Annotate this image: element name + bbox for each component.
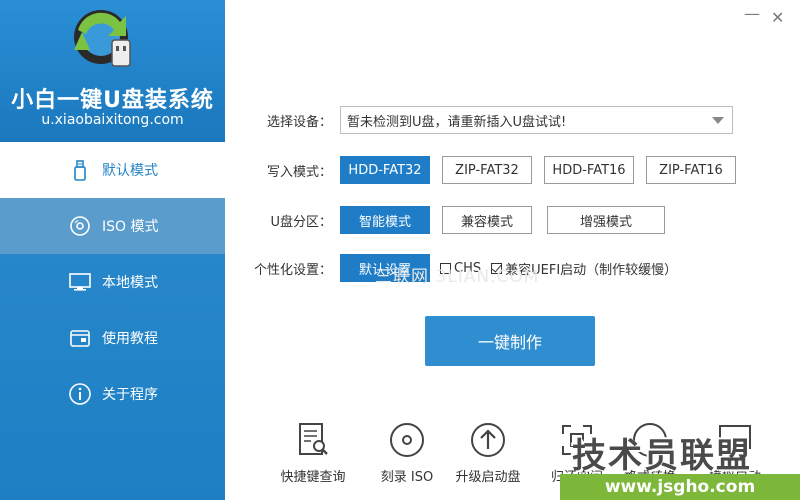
tool-label: 模拟启动 [708,470,761,485]
simulate-boot-icon [719,425,751,449]
close-button[interactable]: ✕ [771,8,784,27]
usb-drive-icon [74,160,86,181]
tool-label: 格式转换 [623,470,676,485]
write-mode-label: 写入模式： [266,164,332,180]
convert-icon [633,423,667,457]
restore-space-icon [562,425,592,455]
device-label: 选择设备： [266,114,332,130]
personal-label: 个性化设置： [253,262,332,278]
tool-shortcut-query[interactable]: 快捷键查询 [268,420,358,485]
chs-label: CHS [454,260,482,276]
sidebar-item-label: ISO 模式 [102,219,159,235]
sidebar-item-about[interactable]: 关于程序 [0,366,225,422]
brand-header: 小白一键U盘装系统 u.xiaobaixitong.com [0,0,225,142]
sidebar-item-default-mode[interactable]: 默认模式 [0,142,225,198]
partition-enhanced[interactable]: 增强模式 [547,206,665,234]
device-select[interactable]: 暂未检测到U盘，请重新插入U盘试试! [340,106,733,134]
tool-label: 刻录 ISO [380,470,434,485]
default-settings-button[interactable]: 默认设置 [340,254,430,282]
write-mode-hdd-fat16[interactable]: HDD-FAT16 [544,156,634,184]
upgrade-arrow-icon [471,423,505,457]
device-select-value: 暂未检测到U盘，请重新插入U盘试试! [347,114,567,130]
write-mode-hdd-fat32[interactable]: HDD-FAT32 [340,156,430,184]
minimize-button[interactable]: — [744,4,760,23]
info-icon [69,383,91,405]
tool-burn-iso[interactable]: 刻录 ISO [362,420,452,485]
tool-label: 归还空间 [550,470,603,485]
sidebar-item-label: 本地模式 [102,275,158,291]
uefi-checkbox[interactable]: 兼容UEFI启动（制作较缓慢） [491,259,677,278]
partition-label: U盘分区： [270,214,332,230]
sidebar-item-label: 使用教程 [102,331,158,347]
tool-label: 快捷键查询 [280,470,346,485]
tool-format-convert[interactable]: 格式转换 [605,420,695,485]
device-row: 选择设备： 暂未检测到U盘，请重新插入U盘试试! [245,106,733,134]
write-mode-row: 写入模式： HDD-FAT32 ZIP-FAT32 HDD-FAT16 ZIP-… [245,156,748,184]
shortcut-doc-icon [299,423,328,455]
partition-compatible[interactable]: 兼容模式 [442,206,532,234]
sidebar-item-iso-mode[interactable]: ISO 模式 [0,198,225,254]
uefi-label: 兼容UEFI启动（制作较缓慢） [505,262,678,278]
make-button[interactable]: 一键制作 [425,316,595,366]
monitor-icon [69,273,91,291]
write-mode-zip-fat32[interactable]: ZIP-FAT32 [442,156,532,184]
partition-row: U盘分区： 智能模式 兼容模式 增强模式 [245,206,677,234]
partition-smart[interactable]: 智能模式 [340,206,430,234]
disc-icon [70,216,90,236]
app-url: u.xiaobaixitong.com [41,112,184,128]
personal-row: 个性化设置： 默认设置 CHS 兼容UEFI启动（制作较缓慢） [245,254,677,282]
app-title: 小白一键U盘装系统 [11,88,214,113]
sidebar: 小白一键U盘装系统 u.xiaobaixitong.com 默认模式 ISO 模… [0,0,225,500]
book-icon [70,330,90,347]
chs-checkbox[interactable]: CHS [440,261,481,276]
app-logo-icon [74,10,131,67]
tool-label: 升级启动盘 [455,470,521,485]
sidebar-item-local-mode[interactable]: 本地模式 [0,254,225,310]
checkbox-icon [440,262,451,274]
sidebar-item-label: 关于程序 [102,387,158,403]
checkbox-checked-icon [491,262,503,274]
sidebar-item-tutorial[interactable]: 使用教程 [0,310,225,366]
sidebar-menu: 默认模式 ISO 模式 本地模式 使用教程 关于程序 [0,142,225,422]
tool-simulate-boot[interactable]: 模拟启动 [690,420,780,485]
sidebar-item-label: 默认模式 [102,163,158,179]
chevron-down-icon [712,117,724,124]
tool-upgrade-boot[interactable]: 升级启动盘 [443,420,533,485]
burn-disc-icon [390,423,424,457]
write-mode-zip-fat16[interactable]: ZIP-FAT16 [646,156,736,184]
